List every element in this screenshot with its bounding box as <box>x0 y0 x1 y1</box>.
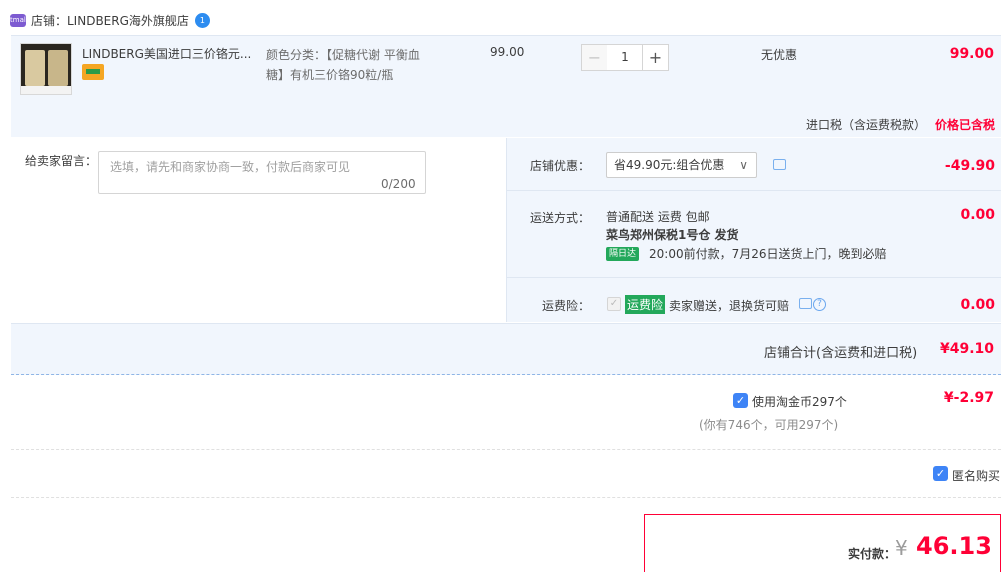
divider <box>11 497 1001 498</box>
quantity-increase-button[interactable]: + <box>642 44 669 71</box>
delivery-promise: 20:00前付款，7月26日送货上门，晚到必赔 <box>649 247 887 261</box>
unit-price: 99.00 <box>490 45 525 59</box>
message-char-count: 0/200 <box>381 177 416 191</box>
divider <box>11 449 1001 450</box>
product-sku: 颜色分类：【促糖代谢 平衡血糖】有机三价铬90粒/瓶 <box>266 48 420 82</box>
shop-discount-label: 店铺优惠： <box>530 159 591 173</box>
shop-name[interactable]: 店铺：LINDBERG海外旗舰店 <box>31 12 189 29</box>
shop-discount-select[interactable]: 省49.90元:组合优惠 ∨ <box>606 152 757 178</box>
tmall-logo-icon: tmall <box>10 13 28 27</box>
insurance-checkbox: ✓ <box>607 297 621 311</box>
shipping-delivery-info: 隔日达 20:00前付款，7月26日送货上门，晚到必赔 <box>606 245 887 262</box>
shipping-fee: 0.00 <box>960 207 995 223</box>
shop-header: tmall 店铺：LINDBERG海外旗舰店 1 <box>10 10 210 30</box>
coins-note: (你有746个，可用297个) <box>699 418 839 432</box>
shipping-label: 运送方式： <box>530 211 591 225</box>
payment-currency: ¥ <box>895 536 908 560</box>
divider <box>506 277 1001 278</box>
insurance-tag: 运费险 <box>625 295 666 314</box>
shipping-warehouse: 菜鸟郑州保税1号仓 发货 <box>606 228 739 242</box>
anonymous-label[interactable]: 匿名购买 <box>952 467 1000 484</box>
import-tax-value: 价格已含税 <box>934 118 995 132</box>
payment-amount: 46.13 <box>916 532 992 560</box>
use-coins-label[interactable]: 使用淘金币297个 <box>752 393 847 410</box>
comment-icon[interactable] <box>773 159 786 170</box>
item-subtotal: 99.00 <box>949 46 994 62</box>
help-icon[interactable]: ? <box>813 298 826 311</box>
insurance-text: 卖家赠送，退换货可赔 <box>669 299 790 313</box>
product-title[interactable]: LINDBERG美国进口三价铬元... <box>82 45 251 62</box>
shop-total-label: 店铺合计(含运费和进口税) <box>764 346 918 361</box>
quantity-stepper: − 1 + <box>581 44 669 71</box>
insurance-value: 0.00 <box>960 297 995 313</box>
shop-total-value: ¥49.10 <box>939 341 994 357</box>
seller-message-placeholder: 选填，请先和商家协商一致，付款后商家可见 <box>110 160 351 174</box>
quantity-input[interactable]: 1 <box>607 44 643 71</box>
item-discount: 无优惠 <box>761 48 798 62</box>
product-thumbnail[interactable] <box>20 43 72 95</box>
divider <box>506 190 1001 191</box>
chevron-down-icon: ∨ <box>739 158 748 172</box>
coins-discount-value: ¥-2.97 <box>943 390 994 406</box>
chat-wangwang-icon[interactable]: 1 <box>194 12 210 28</box>
credit-card-icon <box>82 64 104 80</box>
import-tax-label: 进口税（含运费税款） <box>806 118 927 132</box>
anonymous-checkbox[interactable]: ✓ <box>933 466 948 481</box>
shop-discount-selected: 省49.90元:组合优惠 <box>614 158 725 172</box>
message-label: 给卖家留言： <box>25 154 98 168</box>
shipping-method: 普通配送 运费 包邮 <box>606 210 710 224</box>
payment-label: 实付款： <box>848 547 897 561</box>
next-day-badge: 隔日达 <box>606 246 640 261</box>
insurance-label: 运费险： <box>542 299 591 313</box>
comment-icon[interactable] <box>799 298 812 309</box>
quantity-decrease-button[interactable]: − <box>581 44 608 71</box>
use-coins-checkbox[interactable]: ✓ <box>733 393 748 408</box>
shop-discount-value: -49.90 <box>944 158 995 174</box>
